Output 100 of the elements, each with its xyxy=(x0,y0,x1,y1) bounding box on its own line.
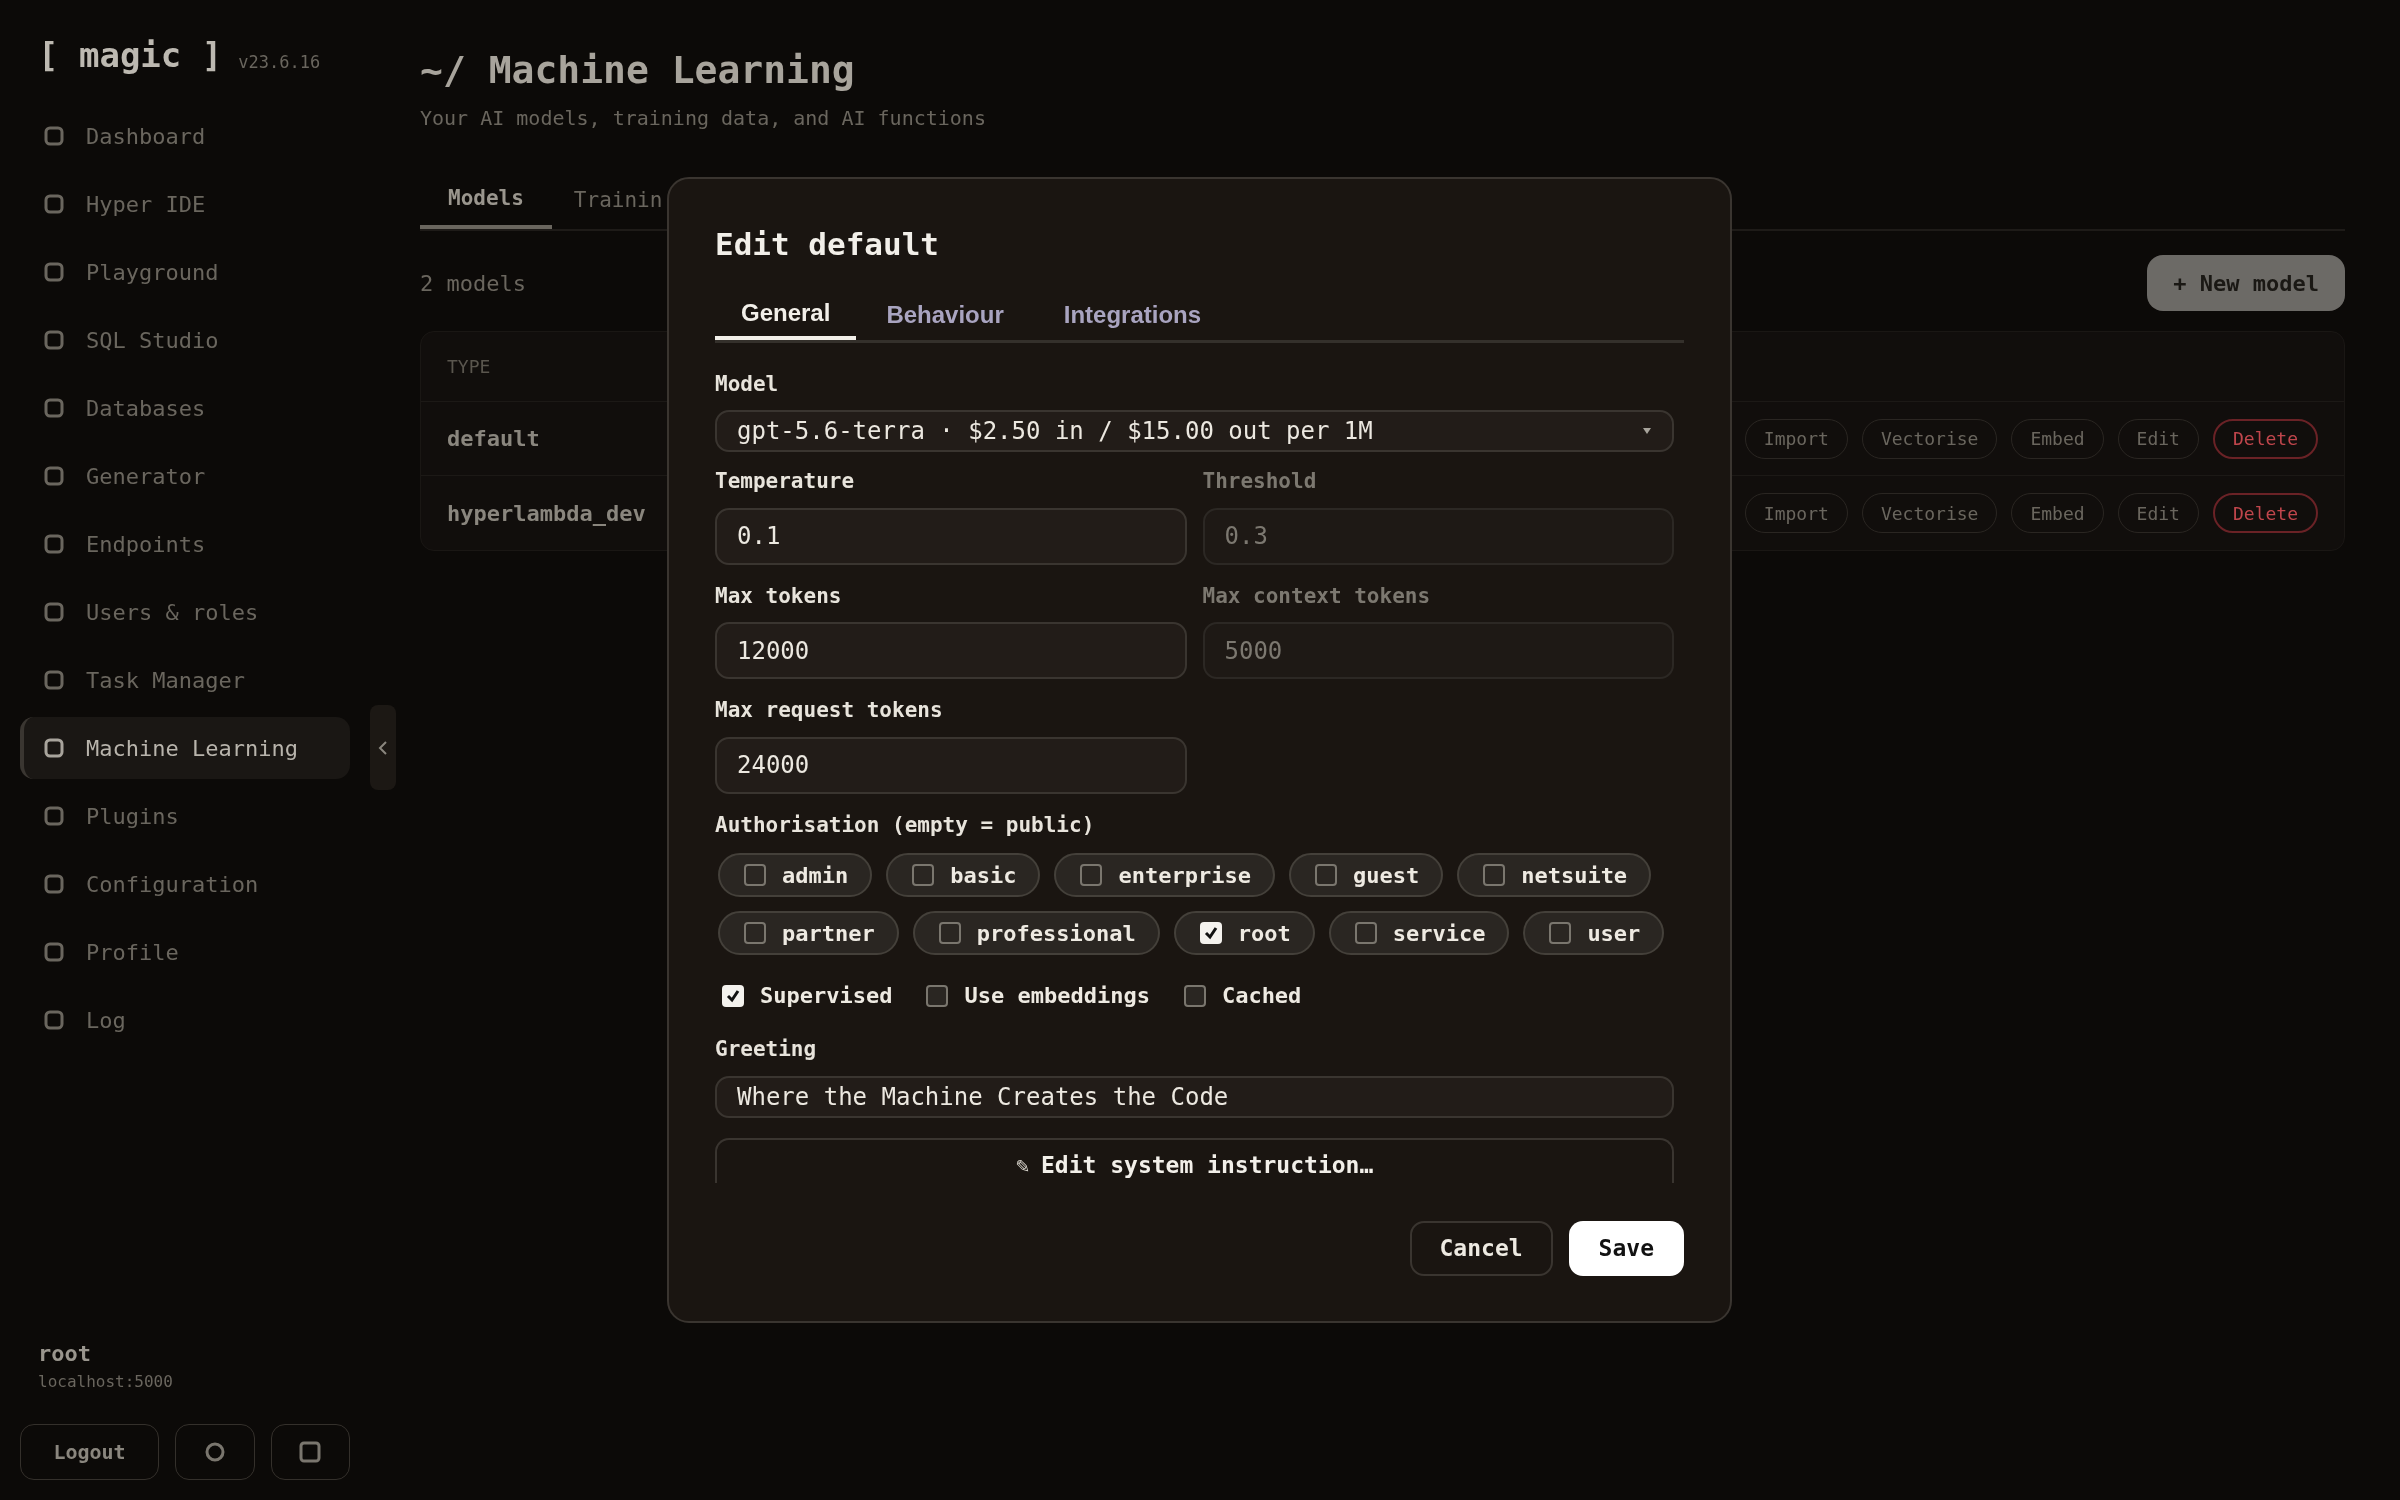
greeting-field[interactable]: Where the Machine Creates the Code xyxy=(715,1075,1674,1118)
nav-item[interactable]: Generator xyxy=(20,445,350,507)
nav-item[interactable]: Endpoints xyxy=(20,513,350,575)
checkbox[interactable] xyxy=(926,984,949,1007)
role-toggle[interactable]: professional xyxy=(912,911,1160,956)
dialog-tab[interactable]: Behaviour xyxy=(856,289,1034,340)
role-toggle[interactable]: netsuite xyxy=(1457,853,1652,898)
check-icon xyxy=(1202,925,1219,942)
nav-item[interactable]: Users & roles xyxy=(20,581,350,643)
select-value: gpt-5.6-terra · $2.50 in / $15.00 out per 1M xyxy=(737,416,1374,448)
field-label: Model xyxy=(715,370,780,398)
input-field[interactable]: 0.1 xyxy=(715,507,1187,565)
checkbox[interactable] xyxy=(1354,922,1377,945)
option-label: Use embeddings xyxy=(964,982,1150,1011)
save-button[interactable]: Save xyxy=(1568,1220,1684,1276)
model-name: hyperlambda_dev xyxy=(447,499,646,528)
settings-button[interactable] xyxy=(270,1424,350,1480)
nav-item[interactable]: Machine Learning xyxy=(20,717,350,779)
square-icon xyxy=(44,398,64,418)
new-model-button[interactable]: + New model xyxy=(2147,255,2345,311)
input-field[interactable]: 12000 xyxy=(715,622,1187,680)
dialog-tab[interactable]: General xyxy=(715,289,857,340)
nav-item[interactable]: Task Manager xyxy=(20,649,350,711)
checkbox[interactable] xyxy=(744,922,766,945)
dialog-tab[interactable]: Integrations xyxy=(1033,289,1232,340)
nav-item[interactable]: Log xyxy=(20,989,350,1051)
field-value: Where the Machine Creates the Code xyxy=(737,1081,1229,1113)
host-label: localhost:5000 xyxy=(37,1371,174,1393)
collapse-handle[interactable] xyxy=(370,705,396,790)
field-value: 0.3 xyxy=(1224,521,1268,553)
role-toggle[interactable]: basic xyxy=(886,853,1041,898)
option-label: Supervised xyxy=(760,982,893,1011)
page-tab[interactable]: Trainin xyxy=(561,173,675,229)
nav-item[interactable]: Hyper IDE xyxy=(20,173,350,235)
field-value: 12000 xyxy=(737,635,810,667)
cancel-button[interactable]: Cancel xyxy=(1409,1220,1553,1276)
model-select[interactable]: gpt-5.6-terra · $2.50 in / $15.00 out per 1M xyxy=(715,410,1674,453)
checkbox[interactable] xyxy=(1314,864,1337,887)
nav-item[interactable]: Profile xyxy=(20,921,350,983)
field-label: Authorisation (empty = public) xyxy=(715,811,1096,839)
edit-instruction-button[interactable]: ✎ Edit system instruction… xyxy=(715,1138,1674,1183)
field-label: Max context tokens xyxy=(1202,582,1432,610)
field-value: 24000 xyxy=(737,750,810,782)
logout-button[interactable]: Logout xyxy=(20,1424,160,1480)
nav-item[interactable]: Playground xyxy=(20,241,350,303)
square-icon xyxy=(44,942,64,962)
square-icon xyxy=(44,534,64,554)
checkbox[interactable] xyxy=(1199,922,1222,945)
role-toggle[interactable]: admin xyxy=(718,853,873,898)
circle-icon xyxy=(204,1442,225,1462)
pencil-icon: ✎ xyxy=(1015,1148,1029,1182)
role-toggle[interactable]: partner xyxy=(718,911,899,956)
checkbox[interactable] xyxy=(1483,864,1506,887)
square-icon xyxy=(44,194,64,214)
column-header: TYPE xyxy=(447,355,491,379)
nav-item[interactable]: Configuration xyxy=(20,853,350,915)
checkbox[interactable] xyxy=(1183,984,1206,1007)
field-value: 5000 xyxy=(1224,635,1283,667)
role-toggle[interactable]: guest xyxy=(1288,853,1444,898)
row-action-button[interactable]: Delete xyxy=(2212,493,2318,533)
square-icon xyxy=(44,806,64,826)
square-icon xyxy=(299,1441,322,1463)
nav-item[interactable]: Plugins xyxy=(20,785,350,847)
checkbox[interactable] xyxy=(912,864,935,887)
page-subtitle: Your AI models, training data, and AI functions xyxy=(420,105,987,132)
role-toggle[interactable]: root xyxy=(1173,911,1315,956)
field-label: Max tokens xyxy=(715,582,843,610)
checkbox[interactable] xyxy=(1549,922,1572,945)
row-action-button[interactable]: Delete xyxy=(2212,418,2318,459)
checkbox[interactable] xyxy=(744,864,766,887)
theme-button[interactable] xyxy=(175,1424,255,1480)
square-icon xyxy=(44,670,64,690)
dropdown-caret-icon xyxy=(1642,427,1652,436)
logo: [ magic ] xyxy=(38,34,223,77)
field-label: Threshold xyxy=(1202,468,1318,496)
square-icon xyxy=(44,330,64,350)
square-icon xyxy=(44,602,64,622)
nav-item[interactable]: SQL Studio xyxy=(20,309,350,371)
nav-item[interactable]: Databases xyxy=(20,377,350,439)
square-icon xyxy=(44,262,64,282)
option-label: Cached xyxy=(1221,982,1302,1011)
model-count: 2 models xyxy=(420,269,526,298)
user-name: root xyxy=(37,1340,92,1368)
square-icon xyxy=(44,126,64,146)
role-toggle[interactable]: enterprise xyxy=(1054,853,1275,898)
field-value: 0.1 xyxy=(737,521,781,553)
field-label: Max request tokens xyxy=(715,697,944,725)
checkbox[interactable] xyxy=(1080,864,1103,887)
square-icon xyxy=(44,1010,64,1030)
square-icon xyxy=(44,738,64,758)
role-toggle[interactable]: service xyxy=(1328,911,1510,956)
role-toggle[interactable]: user xyxy=(1523,911,1665,956)
input-field[interactable]: 24000 xyxy=(715,736,1187,794)
checkbox[interactable] xyxy=(722,984,744,1007)
page-title: ~/ Machine Learning xyxy=(420,47,856,94)
nav-item[interactable]: Dashboard xyxy=(20,105,350,167)
page-tab[interactable]: Models xyxy=(420,173,552,229)
checkbox[interactable] xyxy=(938,922,961,945)
square-icon xyxy=(44,466,64,486)
field-label: Temperature xyxy=(715,468,856,496)
